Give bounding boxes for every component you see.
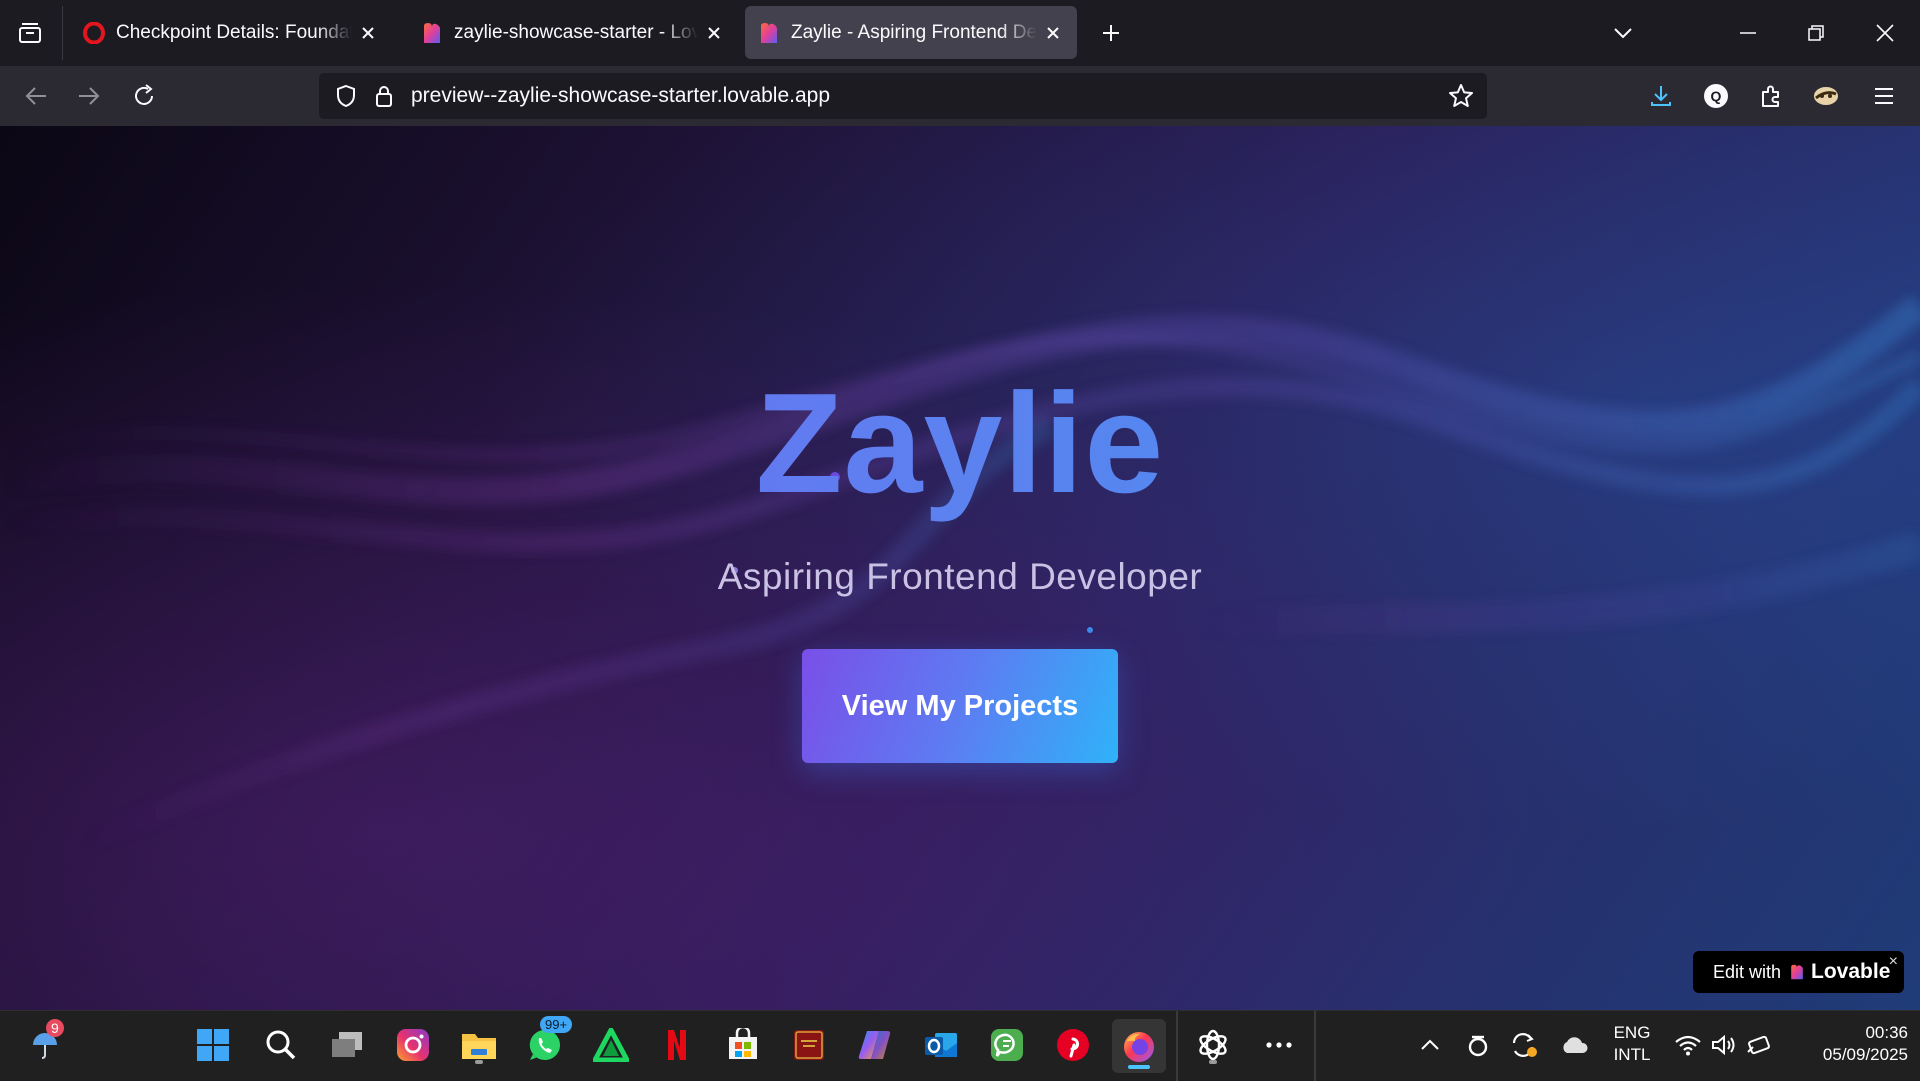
tab-zaylie-portfolio[interactable]: Zaylie - Aspiring Frontend Developer — [745, 6, 1077, 59]
back-arrow-icon[interactable] — [14, 74, 58, 118]
taskbar-separator — [1176, 1011, 1178, 1081]
update-sync-icon[interactable] — [1502, 1022, 1546, 1068]
account-avatar-icon[interactable] — [1804, 74, 1848, 118]
netflix-icon[interactable] — [654, 1022, 700, 1068]
url-text[interactable]: preview--zaylie-showcase-starter.lovable… — [411, 84, 830, 108]
language-line2: INTL — [1613, 1045, 1651, 1064]
tab-title: zaylie-showcase-starter - Lovable — [454, 21, 698, 43]
copilot-icon[interactable] — [852, 1022, 898, 1068]
whatsapp-badge: 99+ — [540, 1016, 573, 1033]
address-bar[interactable]: preview--zaylie-showcase-starter.lovable… — [319, 73, 1487, 119]
weather-umbrella-icon[interactable]: 9 — [22, 1019, 68, 1068]
tab-title: Checkpoint Details: Foundations — [116, 21, 352, 43]
clock-time: 00:36 — [1865, 1023, 1908, 1042]
battery-charging-icon[interactable] — [1738, 1022, 1782, 1068]
badge-prefix: Edit with — [1713, 961, 1782, 982]
menu-hamburger-icon[interactable] — [1862, 74, 1906, 118]
whatsapp-icon[interactable]: 99+ — [522, 1016, 573, 1068]
chatgpt-icon[interactable] — [1190, 1022, 1236, 1068]
weather-badge: 9 — [46, 1019, 64, 1037]
forward-arrow-icon[interactable] — [67, 74, 111, 118]
running-indicator — [1209, 1060, 1217, 1064]
firefox-icon[interactable] — [1112, 1019, 1166, 1073]
new-tab-button[interactable] — [1093, 14, 1129, 52]
more-icon[interactable] — [1256, 1022, 1302, 1068]
sync-circle-icon[interactable] — [1456, 1022, 1500, 1068]
windows-taskbar: 9 99+ ENG INTL 00:36 05/09/2025 — [0, 1010, 1920, 1081]
tab-title: Zaylie - Aspiring Frontend Developer — [791, 21, 1037, 43]
tab-list-icon[interactable] — [10, 14, 50, 52]
start-icon[interactable] — [190, 1022, 236, 1068]
svg-text:Q: Q — [1711, 88, 1722, 104]
language-line1: ENG — [1613, 1023, 1651, 1042]
clock-date: 05/09/2025 — [1822, 1045, 1908, 1064]
downloads-icon[interactable] — [1639, 74, 1683, 118]
minimize-icon[interactable] — [1725, 10, 1771, 56]
tab-divider — [62, 6, 63, 60]
tab-checkpoint-details[interactable]: Checkpoint Details: Foundations — [70, 6, 392, 59]
badge-brand: Lovable — [1811, 960, 1891, 983]
floating-dot — [1087, 627, 1093, 633]
list-all-tabs-icon[interactable] — [1600, 10, 1646, 56]
lock-icon[interactable] — [370, 82, 398, 110]
lovable-heart-icon — [420, 21, 444, 45]
pinterest-icon[interactable] — [1050, 1022, 1096, 1068]
close-icon[interactable] — [1041, 21, 1065, 45]
portfolio-page: Zaylie Aspiring Frontend Developer View … — [0, 126, 1920, 1010]
language-indicator[interactable]: ENG INTL — [1604, 1022, 1660, 1066]
bookmark-star-icon[interactable] — [1447, 82, 1475, 110]
restore-icon[interactable] — [1793, 10, 1839, 56]
running-indicator — [475, 1060, 483, 1064]
app-green-triangle-icon[interactable] — [588, 1022, 634, 1068]
microsoft-store-icon[interactable] — [720, 1022, 766, 1068]
outlook-icon[interactable] — [918, 1022, 964, 1068]
chevron-up-icon[interactable] — [1406, 1022, 1454, 1068]
lovable-heart-icon — [1789, 964, 1805, 980]
navigation-toolbar: preview--zaylie-showcase-starter.lovable… — [0, 66, 1920, 126]
search-icon[interactable] — [258, 1022, 304, 1068]
lovable-heart-icon — [757, 21, 781, 45]
active-indicator — [1128, 1065, 1150, 1069]
reload-icon[interactable] — [122, 74, 166, 118]
badge-close-icon[interactable]: × — [1889, 953, 1898, 971]
task-view-icon[interactable] — [324, 1022, 370, 1068]
tab-bar: Checkpoint Details: Foundations zaylie-s… — [0, 0, 1920, 66]
profile-q-icon[interactable]: Q — [1694, 74, 1738, 118]
shield-icon[interactable] — [332, 82, 360, 110]
instagram-icon[interactable] — [390, 1022, 436, 1068]
holy-bible-icon[interactable] — [786, 1022, 832, 1068]
tab-lovable-project[interactable]: zaylie-showcase-starter - Lovable — [408, 6, 738, 59]
close-icon[interactable] — [356, 21, 380, 45]
view-projects-button[interactable]: View My Projects — [802, 649, 1118, 763]
hero-subtitle: Aspiring Frontend Developer — [717, 556, 1203, 597]
clock[interactable]: 00:36 05/09/2025 — [1788, 1022, 1908, 1066]
opera-red-icon — [82, 21, 106, 45]
taskbar-separator — [1314, 1011, 1316, 1081]
file-explorer-icon[interactable] — [456, 1022, 502, 1068]
extensions-icon[interactable] — [1749, 74, 1793, 118]
edit-with-lovable-badge[interactable]: Edit with Lovable × — [1693, 951, 1904, 993]
close-icon[interactable] — [702, 21, 726, 45]
close-window-icon[interactable] — [1862, 10, 1908, 56]
onedrive-cloud-icon[interactable] — [1552, 1022, 1596, 1068]
chat-app-icon[interactable] — [984, 1022, 1030, 1068]
hero-title: Zaylie — [0, 362, 1920, 526]
